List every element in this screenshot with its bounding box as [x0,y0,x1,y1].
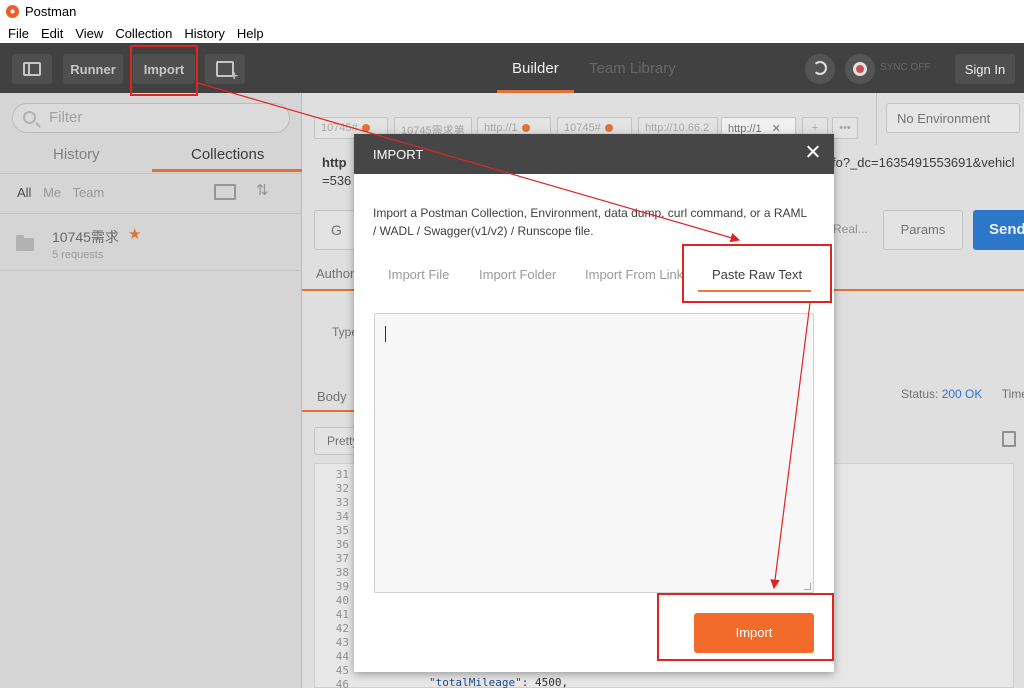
menu-file[interactable]: File [2,26,35,41]
menu-collection[interactable]: Collection [109,26,178,41]
tab-import-folder[interactable]: Import Folder [479,267,556,282]
close-icon[interactable] [806,143,820,157]
menu-edit[interactable]: Edit [35,26,69,41]
import-modal: IMPORT Import a Postman Collection, Envi… [354,134,834,672]
modal-title: IMPORT [373,147,424,162]
annotation-box-paste-raw-text [682,244,832,303]
annotation-box-import [130,45,198,96]
modal-description: Import a Postman Collection, Environment… [373,206,807,238]
raw-text-input[interactable] [374,313,814,593]
title-bar: Postman [0,0,1024,23]
modal-header: IMPORT [354,134,834,174]
resize-handle-icon[interactable] [804,583,811,590]
text-caret [385,326,386,342]
window-title: Postman [25,4,77,19]
menu-help[interactable]: Help [231,26,270,41]
tab-import-file[interactable]: Import File [388,267,449,282]
menu-bar: File Edit View Collection History Help [0,23,1024,43]
tab-import-from-link[interactable]: Import From Link [585,267,685,282]
menu-view[interactable]: View [69,26,109,41]
menu-history[interactable]: History [178,26,230,41]
annotation-box-import-submit [657,593,834,661]
postman-logo-icon [6,5,19,18]
